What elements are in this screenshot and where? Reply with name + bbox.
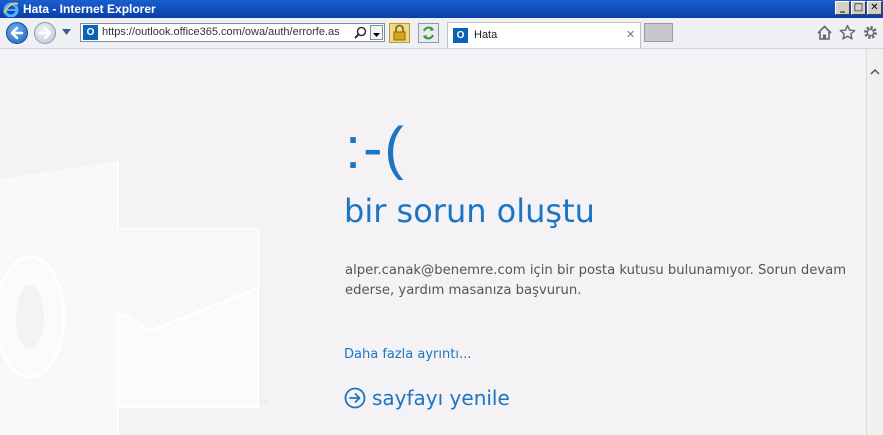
arrow-right-circle-icon [344,387,366,409]
security-lock-button[interactable] [389,23,410,43]
internet-explorer-icon [3,2,19,17]
outlook-tab-icon: O [453,28,468,43]
refresh-page-label: sayfayı yenile [372,386,510,410]
outlook-favicon-icon: O [83,25,98,40]
gear-icon[interactable] [862,24,879,41]
new-tab-button[interactable] [644,23,673,42]
address-bar[interactable]: O [80,23,385,42]
maximize-button[interactable]: □ [851,1,866,15]
minimize-button[interactable]: _ [835,1,850,15]
window-title-bar: Hata - Internet Explorer _ □ ✕ [0,0,883,18]
tab-close-button[interactable]: ✕ [626,28,635,41]
outlook-logo-icon: TM [0,161,269,435]
more-details-link[interactable]: Daha fazla ayrıntı... [344,347,471,362]
tab-title: Hata [474,29,498,41]
refresh-icon [423,26,434,40]
forward-arrow-icon [38,26,52,40]
svg-text:TM: TM [259,400,269,407]
back-button[interactable] [6,22,28,44]
back-arrow-icon [10,26,24,40]
sad-face-emoticon: :-( [345,116,406,181]
browser-tab[interactable]: O Hata ✕ [447,22,641,48]
search-icon[interactable] [354,26,367,39]
star-icon[interactable] [839,24,856,41]
page-title: bir sorun oluştu [344,192,595,230]
browser-toolbar: O O Hata ✕ [0,18,883,49]
refresh-button[interactable] [418,23,439,43]
vertical-scrollbar[interactable] [866,49,883,435]
error-message: alper.canak@benemre.com için bir posta k… [345,263,847,298]
address-dropdown-button[interactable] [370,25,383,40]
lock-icon [393,24,406,41]
chevron-down-icon [373,33,380,37]
page-content: TM :-( bir sorun oluştu alper.canak@bene… [0,49,866,435]
close-button[interactable]: ✕ [867,1,882,15]
forward-button[interactable] [34,22,56,44]
history-dropdown-icon[interactable] [62,29,71,35]
scroll-up-icon[interactable] [870,69,880,75]
address-input[interactable] [102,26,352,38]
home-icon[interactable] [816,24,833,41]
window-title: Hata - Internet Explorer [23,2,156,16]
